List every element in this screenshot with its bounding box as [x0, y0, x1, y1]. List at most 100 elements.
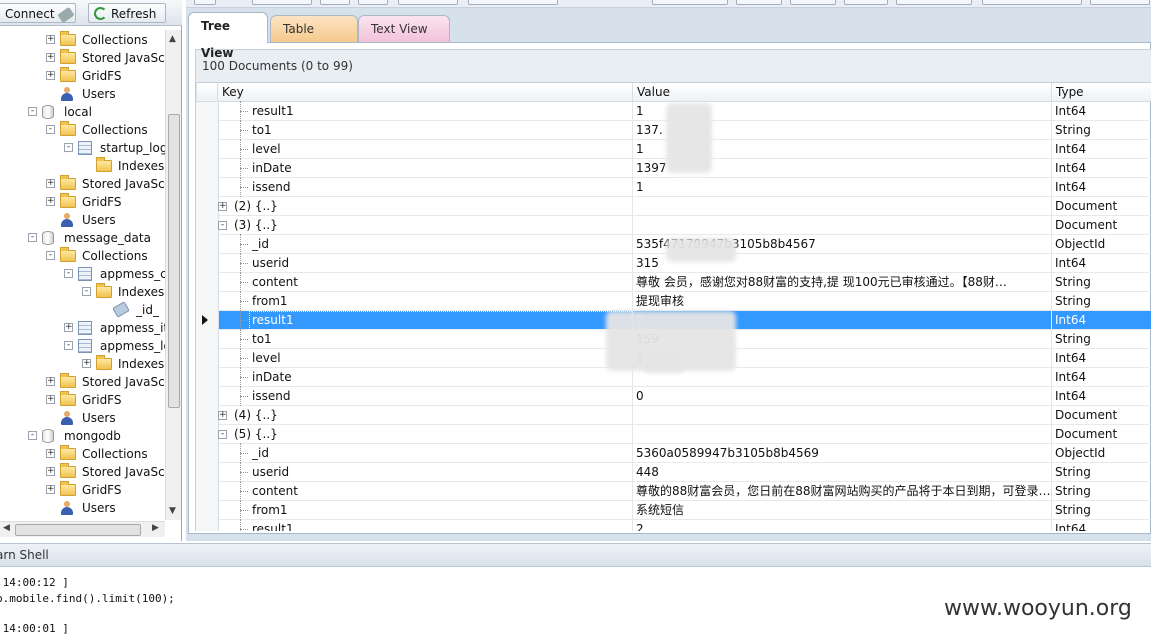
tree-item[interactable]: + Stored JavaScript — [0, 175, 165, 193]
collapse-icon[interactable]: - — [46, 125, 55, 134]
document-row[interactable]: - (3) {..} Document — [196, 216, 1151, 235]
expand-icon[interactable]: + — [46, 449, 55, 458]
column-type[interactable]: Type — [1051, 83, 1151, 102]
collapse-icon[interactable]: - — [218, 430, 227, 439]
expand-icon[interactable]: + — [46, 71, 55, 80]
row-selector[interactable] — [196, 463, 219, 482]
row-selector[interactable] — [196, 273, 219, 292]
tree-item[interactable]: - mongodb — [0, 427, 165, 445]
row-selector[interactable] — [196, 235, 219, 254]
expand-icon[interactable]: + — [46, 395, 55, 404]
row-selector[interactable] — [196, 425, 219, 444]
expand-icon[interactable]: + — [46, 197, 55, 206]
scroll-thumb[interactable] — [168, 114, 180, 408]
field-value[interactable]: 尊敬 会员，感谢您对88财富的支持,提 现100元已审核通过。【88财… — [636, 273, 1007, 292]
field-value[interactable]: 1 — [636, 102, 644, 121]
tree-item[interactable]: + appmess_item — [0, 319, 165, 337]
row-selector[interactable] — [196, 501, 219, 520]
scroll-down-icon[interactable]: ▼ — [169, 506, 176, 516]
field-value[interactable]: 137. — [636, 121, 663, 140]
row-selector[interactable] — [196, 140, 219, 159]
field-row[interactable]: content 尊敬 会员，感谢您对88财富的支持,提 现100元已审核通过。【8… — [196, 272, 1151, 292]
row-selector[interactable] — [196, 444, 219, 463]
row-selector[interactable] — [196, 330, 219, 349]
field-row[interactable]: _id 5360a0589947b3105b8b4569 ObjectId — [196, 443, 1151, 463]
tree-item[interactable]: + GridFS — [0, 193, 165, 211]
expand-icon[interactable]: + — [46, 53, 55, 62]
document-row[interactable]: + (2) {..} Document — [196, 197, 1151, 216]
tree-item[interactable]: Users — [0, 409, 165, 427]
expand-icon[interactable]: + — [46, 485, 55, 494]
expand-icon[interactable]: + — [46, 35, 55, 44]
tab-text-view[interactable]: Text View — [358, 15, 450, 42]
row-selector[interactable] — [196, 482, 219, 501]
toolbar-button[interactable] — [1090, 0, 1150, 5]
expand-icon[interactable]: + — [64, 323, 73, 332]
tree-item[interactable]: Users — [0, 85, 165, 103]
row-selector[interactable] — [196, 387, 219, 406]
expand-icon[interactable]: + — [218, 202, 227, 211]
toolbar-button[interactable] — [194, 0, 216, 5]
column-key[interactable]: Key — [217, 83, 632, 102]
tab-tree-view[interactable]: Tree View — [188, 12, 268, 60]
toolbar-button[interactable] — [736, 0, 782, 5]
connect-button[interactable]: Connect — [0, 3, 76, 24]
field-row[interactable]: from1 系统短信 String — [196, 500, 1151, 520]
row-selector[interactable] — [196, 159, 219, 178]
field-value[interactable]: 尊敬的88财富会员，您日前在88财富网站购买的产品将于本日到期，可登录… — [636, 482, 1051, 501]
tree-item[interactable]: + GridFS — [0, 67, 165, 85]
row-selector[interactable] — [196, 102, 219, 121]
field-value[interactable]: 0 — [636, 387, 644, 406]
collapse-icon[interactable]: - — [64, 143, 73, 152]
row-selector[interactable] — [196, 368, 219, 387]
scroll-right-icon[interactable]: ▶ — [152, 523, 159, 533]
field-value[interactable]: 提现审核 — [636, 292, 684, 311]
expand-icon[interactable]: + — [218, 411, 227, 420]
collapse-icon[interactable]: - — [82, 287, 91, 296]
toolbar-button[interactable] — [252, 0, 312, 5]
tree-item[interactable]: + GridFS — [0, 481, 165, 499]
toolbar-button[interactable] — [896, 0, 972, 5]
field-value[interactable]: 5360a0589947b3105b8b4569 — [636, 444, 819, 463]
field-row[interactable]: result1 2 Int64 — [196, 519, 1151, 531]
tree-item[interactable]: + Collections — [0, 31, 165, 49]
row-selector[interactable] — [196, 197, 219, 216]
tree-item[interactable]: _id_ — [0, 301, 165, 319]
expand-icon[interactable]: + — [46, 179, 55, 188]
field-value[interactable]: 1397 — [636, 159, 667, 178]
row-selector[interactable] — [196, 520, 219, 531]
collapse-icon[interactable]: - — [64, 341, 73, 350]
tree-item[interactable]: - Indexes — [0, 283, 165, 301]
tree-item[interactable]: - message_data — [0, 229, 165, 247]
field-value[interactable]: 315 — [636, 254, 659, 273]
collapse-icon[interactable]: - — [218, 221, 227, 230]
column-value[interactable]: Value — [632, 83, 1051, 102]
tree-item[interactable]: + Stored JavaScript — [0, 49, 165, 67]
tree-vertical-scrollbar[interactable]: ▲ ▼ — [165, 30, 181, 520]
tree-item[interactable]: + Collections — [0, 445, 165, 463]
row-selector[interactable] — [196, 254, 219, 273]
tree-item[interactable]: + Indexes — [0, 355, 165, 373]
tree-item[interactable]: + Stored JavaScript — [0, 373, 165, 391]
toolbar-button[interactable] — [790, 0, 836, 5]
expand-icon[interactable]: + — [46, 467, 55, 476]
row-selector[interactable] — [196, 292, 219, 311]
tree-item[interactable]: - Collections — [0, 247, 165, 265]
row-selector[interactable] — [196, 121, 219, 140]
tree-horizontal-scrollbar[interactable]: ◀ ▶ — [0, 521, 165, 537]
field-value[interactable]: 448 — [636, 463, 659, 482]
collapse-icon[interactable]: - — [28, 233, 37, 242]
field-row[interactable]: from1 提现审核 String — [196, 291, 1151, 311]
row-selector[interactable] — [196, 406, 219, 425]
collapse-icon[interactable]: - — [64, 269, 73, 278]
row-selector[interactable] — [196, 349, 219, 368]
field-row[interactable]: issend 1 Int64 — [196, 177, 1151, 197]
row-selector[interactable] — [196, 311, 219, 330]
field-row[interactable]: userid 448 String — [196, 462, 1151, 482]
document-row[interactable]: + (4) {..} Document — [196, 406, 1151, 425]
toolbar-button[interactable] — [844, 0, 888, 5]
field-value[interactable]: 1 — [636, 178, 644, 197]
collapse-icon[interactable]: - — [46, 251, 55, 260]
hscroll-thumb[interactable] — [15, 524, 141, 536]
toolbar-button[interactable] — [358, 0, 388, 5]
